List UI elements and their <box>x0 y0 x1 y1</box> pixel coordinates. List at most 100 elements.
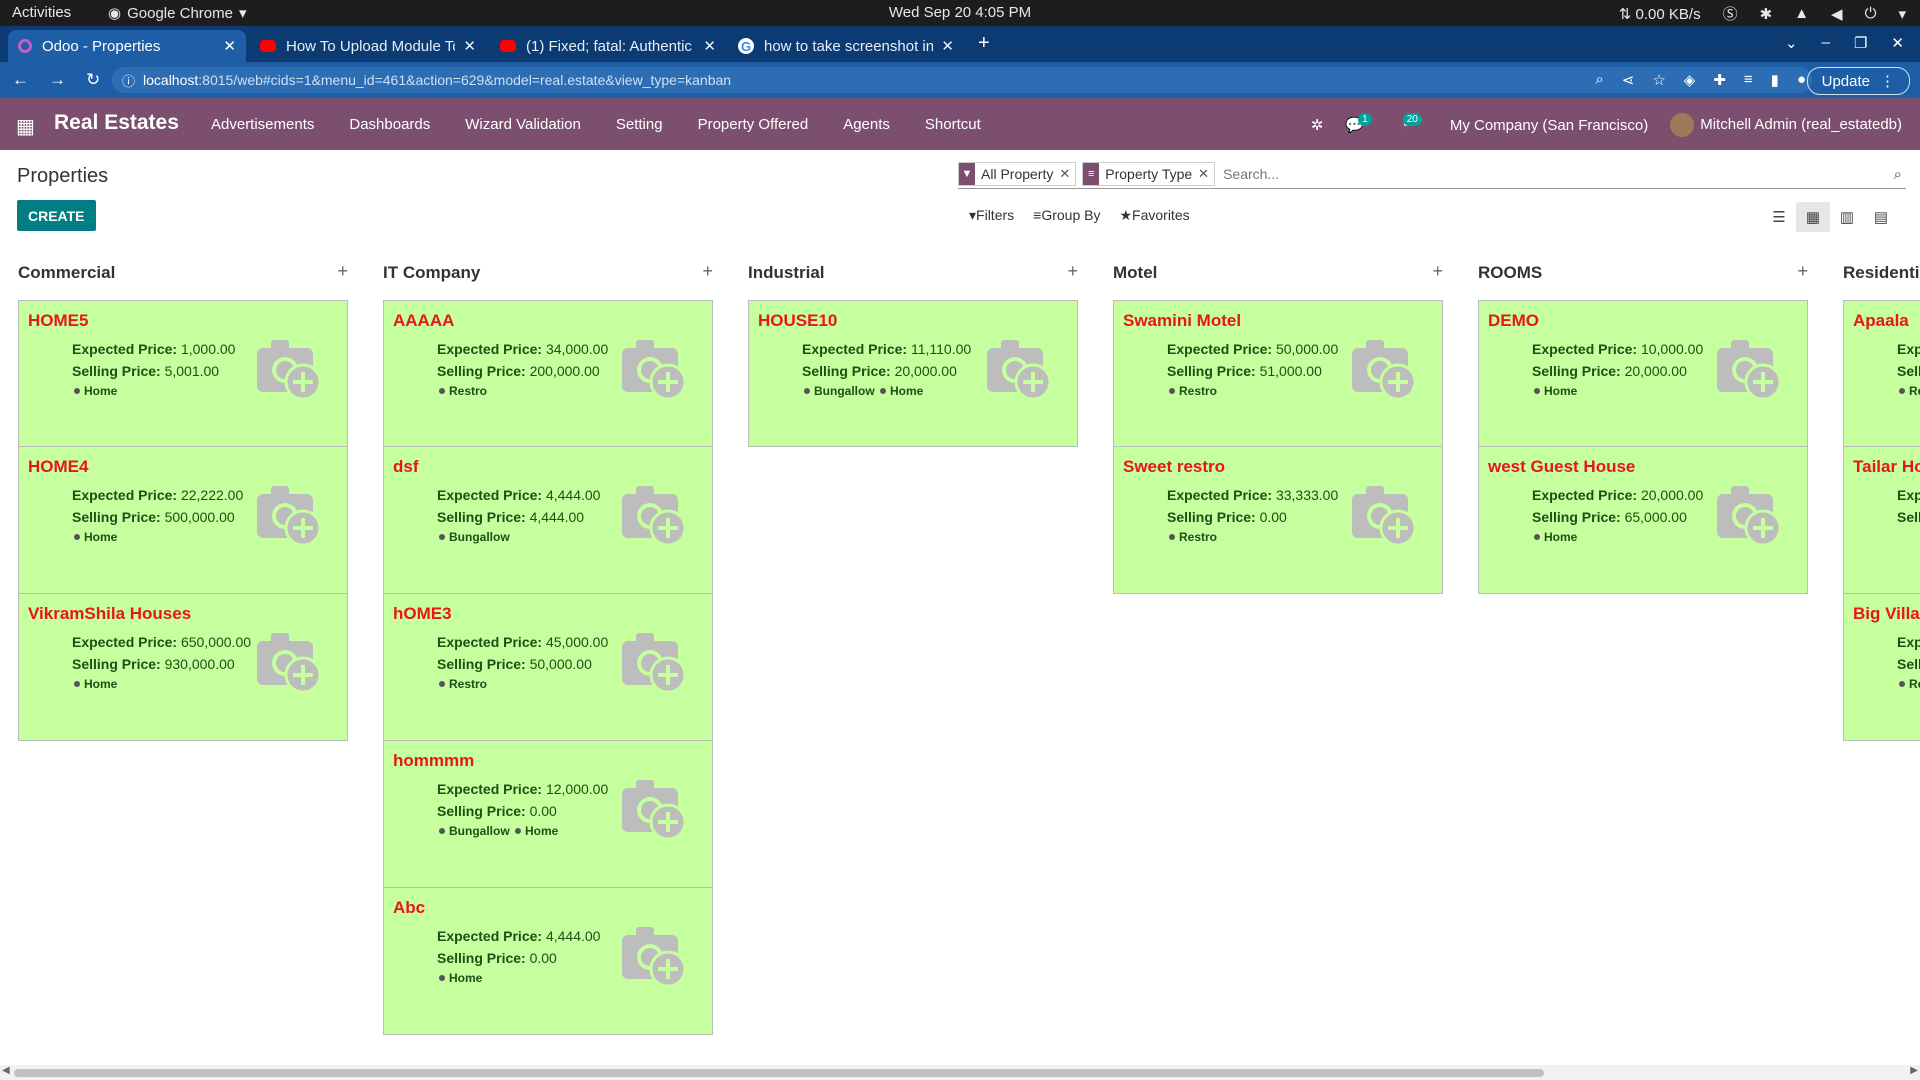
selling-price-label: Selling Price: <box>802 362 891 379</box>
close-icon[interactable]: ✕ <box>941 37 954 55</box>
reading-list-icon[interactable]: ≡ <box>1744 71 1753 89</box>
quick-create-icon[interactable]: + <box>1797 261 1808 282</box>
column-title[interactable]: Motel <box>1113 263 1157 283</box>
remove-facet-icon[interactable]: ✕ <box>1059 166 1075 182</box>
search-icon[interactable]: ⌕ <box>1894 166 1906 183</box>
menu-dashboards[interactable]: Dashboards <box>349 116 430 133</box>
kanban-card[interactable]: Abc Expected Price: 4,444.00 Selling Price… <box>383 888 713 1035</box>
kanban-view-icon[interactable]: ▦ <box>1796 202 1830 232</box>
column-title[interactable]: IT Company <box>383 263 480 283</box>
chevron-down-icon[interactable]: ▾ <box>1898 5 1906 23</box>
share-icon[interactable]: ⋖ <box>1622 71 1635 89</box>
info-icon[interactable]: ⓘ <box>122 71 135 90</box>
profile-avatar-icon[interactable]: ● <box>1797 71 1806 89</box>
column-title[interactable]: ROOMS <box>1478 263 1542 283</box>
extension-icon[interactable]: ◈ <box>1684 71 1696 89</box>
kanban-card[interactable]: dsf Expected Price: 4,444.00 Selling Price… <box>383 447 713 594</box>
quick-create-icon[interactable]: + <box>337 261 348 282</box>
create-button[interactable]: CREATE <box>17 200 96 231</box>
browser-tab-youtube-1[interactable]: How To Upload Module To ✕ <box>250 30 486 62</box>
puzzle-icon[interactable]: ✚ <box>1713 71 1726 89</box>
menu-advertisements[interactable]: Advertisements <box>211 116 314 133</box>
column-title[interactable]: Commercial <box>18 263 115 283</box>
remove-facet-icon[interactable]: ✕ <box>1198 166 1214 182</box>
address-bar[interactable]: ⓘ localhost:8015/web#cids=1&menu_id=461&… <box>112 67 1812 93</box>
wifi-icon[interactable]: ▲ <box>1794 5 1809 22</box>
menu-setting[interactable]: Setting <box>616 116 663 133</box>
quick-create-icon[interactable]: + <box>702 261 713 282</box>
menu-agents[interactable]: Agents <box>843 116 890 133</box>
horizontal-scrollbar[interactable]: ◀ ▶ <box>0 1065 1920 1080</box>
close-icon[interactable]: ✕ <box>223 37 236 55</box>
user-menu[interactable]: Mitchell Admin (real_estatedb) <box>1670 113 1902 137</box>
quick-create-icon[interactable]: + <box>1432 261 1443 282</box>
slack-icon[interactable]: ✱ <box>1760 5 1773 23</box>
debug-bug-icon[interactable]: ✲ <box>1311 116 1324 134</box>
kanban-card[interactable]: hommmm Expected Price: 12,000.00 Selling P… <box>383 741 713 888</box>
browser-tab-youtube-2[interactable]: (1) Fixed; fatal: Authentic ✕ <box>490 30 726 62</box>
kanban-card[interactable]: AAAAA Expected Price: 34,000.00 Selling Pr… <box>383 300 713 447</box>
kanban-card[interactable]: HOUSE10 Expected Price: 11,110.00 Selling … <box>748 300 1078 447</box>
reload-icon[interactable]: ↻ <box>86 70 100 90</box>
scroll-right-icon[interactable]: ▶ <box>1910 1065 1918 1076</box>
graph-view-icon[interactable]: ▥ <box>1830 202 1864 232</box>
company-switcher[interactable]: My Company (San Francisco) <box>1450 117 1648 134</box>
kanban-card[interactable]: Swamini Motel Expected Price: 50,000.00 Se… <box>1113 300 1443 447</box>
apps-grid-icon[interactable]: ▦ <box>16 114 35 139</box>
menu-shortcut[interactable]: Shortcut <box>925 116 981 133</box>
search-input[interactable] <box>1221 165 1894 183</box>
filters-dropdown[interactable]: ▾Filters <box>969 207 1014 224</box>
back-icon[interactable]: ← <box>12 70 29 90</box>
kanban-card[interactable]: Apaala Expected Price: 200,000.00Selling … <box>1843 300 1920 447</box>
volume-icon[interactable]: ◀ <box>1831 5 1843 23</box>
tag-dot-icon <box>1169 534 1175 541</box>
forward-icon[interactable]: → <box>49 70 66 90</box>
price-info: Expected Price: 45,000.00 Selling Price: … <box>437 632 627 692</box>
browser-tab-odoo[interactable]: Odoo - Properties ✕ <box>8 30 246 62</box>
menu-property-offered[interactable]: Property Offered <box>698 116 809 133</box>
skype-icon[interactable]: Ⓢ <box>1723 3 1738 24</box>
activities-menu[interactable]: ◔20 <box>1400 112 1428 134</box>
kanban-card[interactable]: HOME5 Expected Price: 1,000.00 Selling Pri… <box>18 300 348 447</box>
kanban-card[interactable]: HOME4 Expected Price: 22,222.00 Selling Pr… <box>18 447 348 594</box>
column-title[interactable]: Industrial <box>748 263 825 283</box>
tag-label: Re <box>1909 677 1920 691</box>
list-view-icon[interactable]: ☰ <box>1762 202 1796 232</box>
browser-tab-google[interactable]: G how to take screenshot in ✕ <box>728 30 964 62</box>
kanban-column: IT Company + AAAAA Expected Price: 34,000.0… <box>383 245 713 1035</box>
minimize-icon[interactable]: – <box>1822 34 1830 52</box>
quick-create-icon[interactable]: + <box>1067 261 1078 282</box>
close-icon[interactable]: ✕ <box>463 37 476 55</box>
kanban-card[interactable]: hOME3 Expected Price: 45,000.00 Selling Pr… <box>383 594 713 741</box>
tab-search-icon[interactable]: ⌄ <box>1785 34 1798 52</box>
new-tab-button[interactable]: + <box>978 32 990 55</box>
power-icon[interactable]: ⏻ <box>1865 5 1877 22</box>
system-tray[interactable]: ⇅ 0.00 KB/s Ⓢ ✱ ▲ ◀ ⏻ ▾ <box>1619 3 1906 24</box>
update-button[interactable]: Update ⋮ <box>1806 67 1910 95</box>
favorites-dropdown[interactable]: ★Favorites <box>1119 207 1189 224</box>
column-title[interactable]: Residential <box>1843 263 1920 283</box>
scrollbar-thumb[interactable] <box>14 1069 1544 1077</box>
groupby-dropdown[interactable]: ≡Group By <box>1033 207 1100 224</box>
kanban-card[interactable]: Sweet restro Expected Price: 33,333.00 Sel… <box>1113 447 1443 594</box>
calendar-view-icon[interactable]: ▤ <box>1864 202 1898 232</box>
property-tags: Home <box>72 383 262 399</box>
close-window-icon[interactable]: ✕ <box>1891 34 1904 52</box>
kanban-card[interactable]: west Guest House Expected Price: 20,000.0… <box>1478 447 1808 594</box>
app-brand[interactable]: Real Estates <box>54 111 179 135</box>
kanban-card[interactable]: DEMO Expected Price: 10,000.00 Selling Pri… <box>1478 300 1808 447</box>
bookmark-star-icon[interactable]: ☆ <box>1652 71 1665 89</box>
side-panel-icon[interactable]: ▮ <box>1771 71 1779 89</box>
messages-menu[interactable]: 💬1 <box>1345 113 1377 134</box>
scroll-left-icon[interactable]: ◀ <box>2 1065 10 1076</box>
browser-nav: ← → ↻ <box>12 70 100 90</box>
price-info: Expected Price: 1,000.00 Selling Price: 5… <box>72 339 262 399</box>
kanban-card[interactable]: Tailar House Expected Price: Selling Pric… <box>1843 447 1920 594</box>
kanban-card[interactable]: Big Villa Expected Price: 120,000.00Selli… <box>1843 594 1920 741</box>
menu-wizard-validation[interactable]: Wizard Validation <box>465 116 581 133</box>
kanban-card[interactable]: VikramShila Houses Expected Price: 650,00… <box>18 594 348 741</box>
restore-icon[interactable]: ❐ <box>1854 34 1867 52</box>
zoom-icon[interactable]: ⌕ <box>1595 71 1603 89</box>
property-tag: Home <box>1532 384 1577 398</box>
close-icon[interactable]: ✕ <box>703 37 716 55</box>
